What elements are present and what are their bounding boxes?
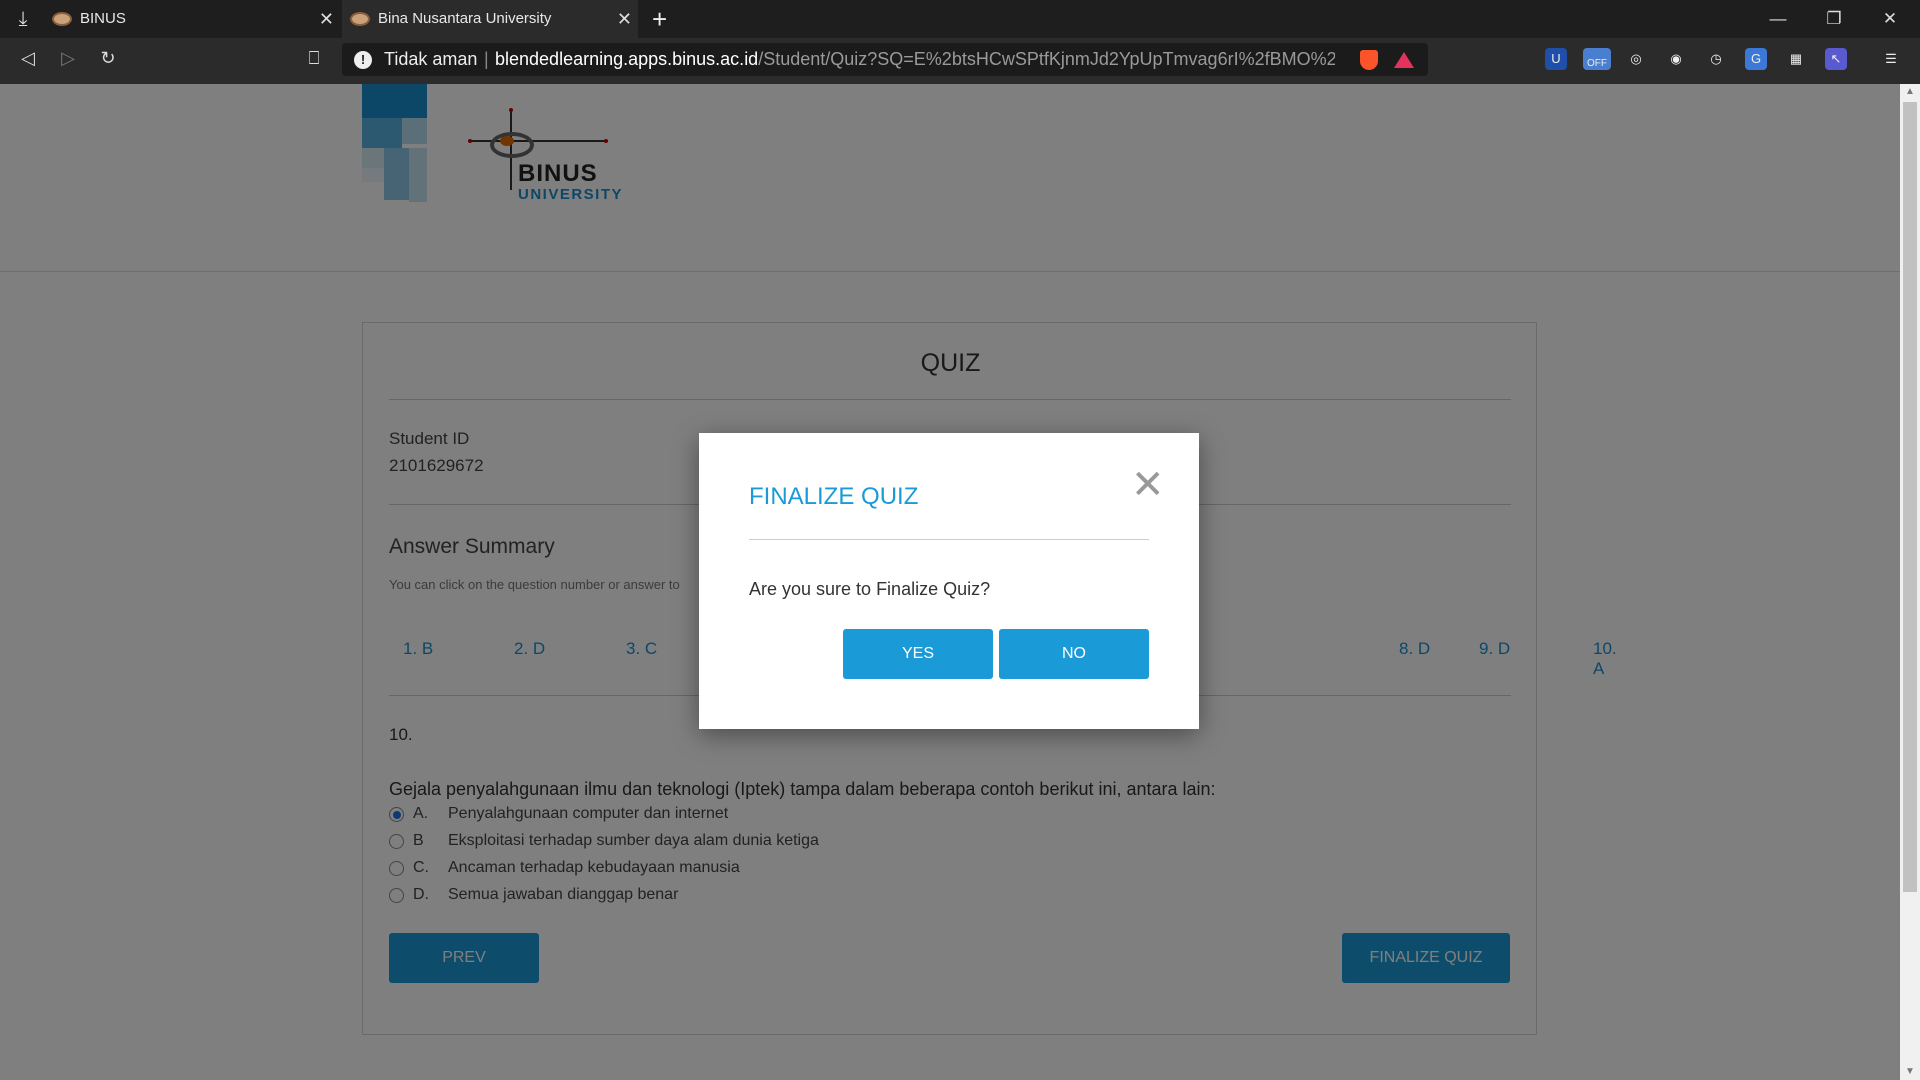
close-icon[interactable]: ✕ bbox=[1131, 465, 1165, 505]
google-translate-icon[interactable]: G bbox=[1745, 48, 1767, 70]
brave-rewards-icon[interactable] bbox=[1394, 52, 1414, 68]
scroll-up-icon[interactable]: ▲ bbox=[1900, 84, 1920, 100]
restore-icon[interactable]: ❐ bbox=[1806, 0, 1862, 38]
yes-button[interactable]: YES bbox=[843, 629, 993, 679]
url-path: /Student/Quiz?SQ=E%2btsHCwSPtfKjnmJd2YpU… bbox=[758, 49, 1335, 69]
extension-off-badge[interactable]: OFF bbox=[1583, 48, 1611, 70]
dialog-message: Are you sure to Finalize Quiz? bbox=[749, 579, 991, 599]
extension-cursor-icon[interactable]: ↖ bbox=[1825, 48, 1847, 70]
extension-grid-icon[interactable]: ▦ bbox=[1785, 48, 1807, 70]
address-bar[interactable]: ! Tidak aman | blendedlearning.apps.binu… bbox=[342, 43, 1428, 76]
no-button[interactable]: NO bbox=[999, 629, 1149, 679]
extension-badge-label: OFF bbox=[1587, 58, 1607, 69]
finalize-quiz-dialog: FINALIZE QUIZ ✕ Are you sure to Finalize… bbox=[699, 433, 1199, 729]
bookmark-icon[interactable]: ⎕ bbox=[302, 46, 326, 70]
url-text[interactable]: blendedlearning.apps.binus.ac.id/Student… bbox=[495, 43, 1335, 76]
browser-chrome: ⤓ BINUS ✕ Bina Nusantara University ✕ + … bbox=[0, 0, 1920, 84]
browser-menu-icon[interactable]: ☰ bbox=[1880, 48, 1902, 70]
tab-title: Bina Nusantara University bbox=[378, 10, 552, 27]
page-scrollbar[interactable]: ▲ ▼ bbox=[1900, 84, 1920, 1080]
extension-shield-icon[interactable]: U bbox=[1545, 48, 1567, 70]
reload-icon[interactable]: ↻ bbox=[96, 46, 120, 70]
divider bbox=[749, 539, 1149, 540]
dialog-title: FINALIZE QUIZ bbox=[749, 483, 919, 510]
forward-icon[interactable]: ▷ bbox=[56, 46, 80, 70]
tab-strip: ⤓ BINUS ✕ Bina Nusantara University ✕ + … bbox=[0, 0, 1920, 38]
close-tab-icon[interactable]: ✕ bbox=[617, 0, 632, 38]
tab-title: BINUS bbox=[80, 10, 126, 27]
not-secure-icon: ! bbox=[354, 51, 372, 69]
scroll-thumb[interactable] bbox=[1903, 102, 1917, 892]
close-tab-icon[interactable]: ✕ bbox=[319, 0, 334, 38]
separator: | bbox=[484, 49, 489, 69]
tab-bina-nusantara[interactable]: Bina Nusantara University ✕ bbox=[342, 0, 638, 38]
extension-octocat-icon[interactable]: ◉ bbox=[1665, 48, 1687, 70]
url-host: blendedlearning.apps.binus.ac.id bbox=[495, 49, 759, 69]
extension-bulb-icon[interactable]: ◎ bbox=[1625, 48, 1647, 70]
scroll-down-icon[interactable]: ▼ bbox=[1900, 1064, 1920, 1080]
security-label[interactable]: Tidak aman bbox=[384, 43, 477, 76]
tab-binus[interactable]: BINUS ✕ bbox=[44, 0, 340, 38]
new-tab-icon[interactable]: + bbox=[652, 4, 667, 34]
extension-clock-icon[interactable]: ◷ bbox=[1705, 48, 1727, 70]
back-icon[interactable]: ◁ bbox=[16, 46, 40, 70]
window-close-icon[interactable]: ✕ bbox=[1862, 0, 1918, 38]
binus-favicon-icon bbox=[52, 12, 72, 26]
download-icon[interactable]: ⤓ bbox=[10, 6, 36, 32]
binus-favicon-icon bbox=[350, 12, 370, 26]
brave-shields-icon[interactable] bbox=[1360, 50, 1378, 70]
minimize-icon[interactable]: — bbox=[1750, 0, 1806, 38]
